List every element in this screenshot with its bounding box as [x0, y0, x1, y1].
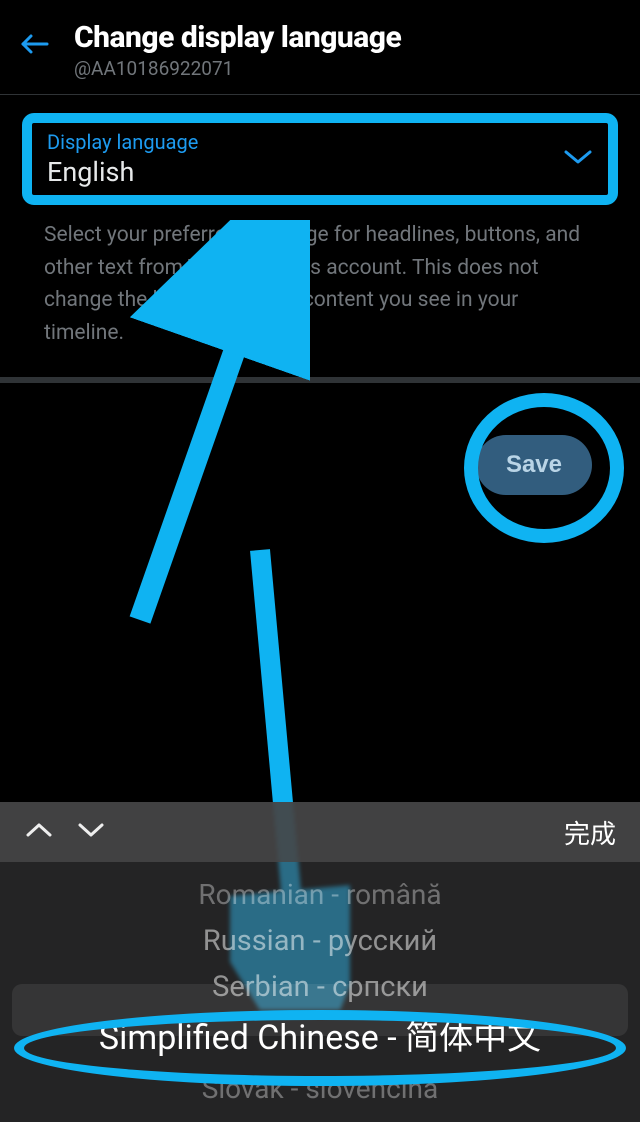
picker-next-button[interactable] — [76, 819, 106, 845]
save-button[interactable]: Save — [476, 435, 592, 495]
username-label: @AA10186922071 — [74, 57, 624, 80]
picker-option[interactable]: Romanian - română — [198, 872, 441, 918]
chevron-down-icon — [563, 148, 593, 170]
language-picker: 完成 Romanian - română Russian - русский S… — [0, 802, 640, 1122]
chevron-up-icon — [24, 819, 54, 841]
display-language-dropdown[interactable]: Display language English — [30, 119, 610, 199]
chevron-down-icon — [76, 819, 106, 841]
field-value: English — [47, 156, 198, 188]
picker-selection-indicator — [12, 984, 628, 1036]
picker-wheel[interactable]: Romanian - română Russian - русский Serb… — [0, 862, 640, 1122]
page-title: Change display language — [74, 20, 624, 55]
picker-option[interactable]: Russian - русский — [203, 918, 437, 964]
picker-prev-button[interactable] — [24, 819, 54, 845]
field-label: Display language — [47, 130, 198, 154]
header: Change display language @AA10186922071 — [0, 0, 640, 95]
arrow-left-icon — [19, 32, 49, 56]
back-button[interactable] — [16, 26, 52, 62]
picker-toolbar: 完成 — [0, 802, 640, 862]
helper-text: Select your preferred language for headl… — [0, 199, 640, 377]
picker-done-button[interactable]: 完成 — [564, 814, 616, 851]
picker-option[interactable]: Slovak - slovenčina — [202, 1066, 438, 1112]
